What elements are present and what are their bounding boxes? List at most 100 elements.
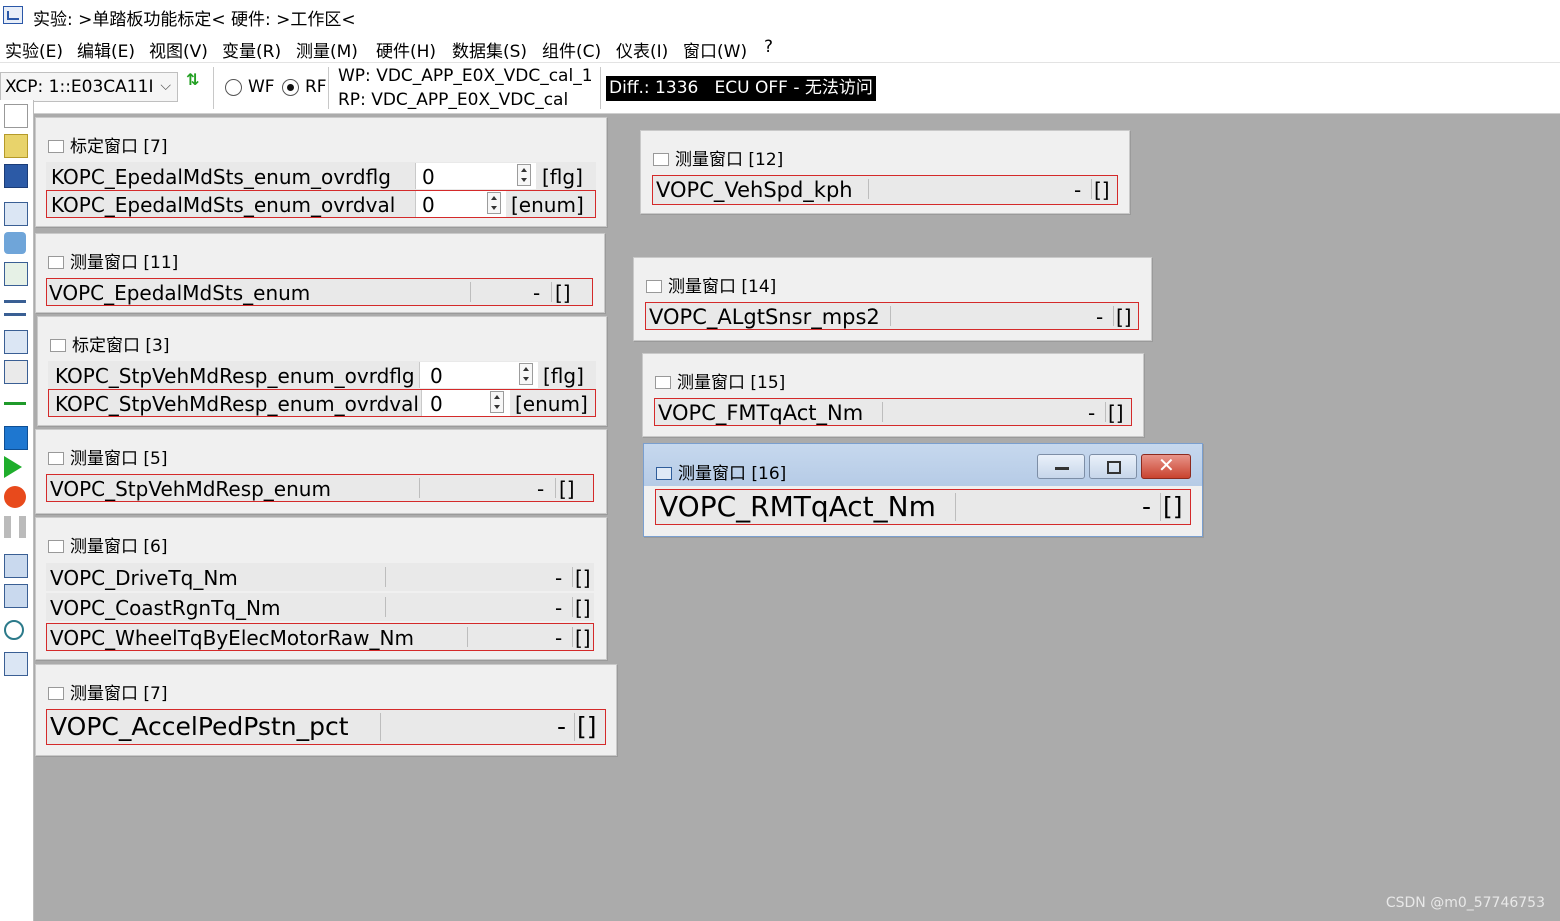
column-divider: [574, 713, 575, 741]
variable-select-icon[interactable]: [4, 330, 28, 354]
measurement-window-5[interactable]: 测量窗口 [5] VOPC_StpVehMdResp_enum - []: [35, 429, 607, 514]
column-divider: [1160, 493, 1161, 521]
radio-wp[interactable]: [225, 79, 242, 96]
window-icon: [655, 376, 671, 389]
layers-icon[interactable]: [4, 232, 26, 254]
menu-dataset[interactable]: 数据集(S): [452, 37, 527, 62]
calibration-window-7[interactable]: 标定窗口 [7] KOPC_EpedalMdSts_enum_ovrdflg 0…: [35, 117, 607, 227]
window-icon: [656, 467, 672, 480]
measurement-row[interactable]: VOPC_AccelPedPstn_pct - []: [46, 709, 606, 745]
variable-name: KOPC_EpedalMdSts_enum_ovrdval: [51, 193, 396, 217]
pause-icon[interactable]: [4, 516, 26, 538]
measurement-row[interactable]: VOPC_RMTqAct_Nm - []: [655, 489, 1191, 525]
variable-unit: []: [555, 281, 571, 305]
variable-unit: []: [577, 712, 597, 741]
measurement-window-14[interactable]: 测量窗口 [14] VOPC_ALgtSnsr_mps2 - []: [633, 257, 1152, 341]
spin-button[interactable]: [519, 363, 533, 385]
measurement-row[interactable]: VOPC_CoastRgnTq_Nm - []: [46, 593, 594, 621]
window-title: 测量窗口 [5]: [48, 444, 167, 469]
data-record-red-icon[interactable]: [4, 584, 28, 608]
menu-experiment[interactable]: 实验(E): [5, 37, 63, 62]
variable-value: -: [1074, 178, 1082, 202]
measurement-window-11[interactable]: 测量窗口 [11] VOPC_EpedalMdSts_enum - []: [35, 233, 605, 313]
menu-help[interactable]: ?: [764, 37, 773, 57]
menu-edit[interactable]: 编辑(E): [77, 37, 135, 62]
close-icon: ✕: [1158, 453, 1175, 477]
edit-config-icon[interactable]: [4, 360, 28, 384]
measurement-window-15[interactable]: 测量窗口 [15] VOPC_FMTqAct_Nm - []: [642, 353, 1144, 437]
diff-status: Diff.: 1336 ECU OFF - 无法访问: [606, 76, 876, 101]
list-icon[interactable]: [4, 300, 26, 316]
menu-bar: 实验(E) 编辑(E) 视图(V) 变量(R) 测量(M) 硬件(H) 数据集(…: [0, 32, 1560, 63]
variable-value: -: [557, 712, 567, 741]
variable-value: -: [533, 281, 541, 305]
report-icon[interactable]: [4, 652, 28, 676]
measurement-window-12[interactable]: 测量窗口 [12] VOPC_VehSpd_kph - []: [640, 130, 1130, 214]
calibration-row[interactable]: KOPC_EpedalMdSts_enum_ovrdval 0 [enum]: [46, 190, 596, 218]
graph-window-icon[interactable]: [4, 262, 28, 286]
measurement-row[interactable]: VOPC_WheelTqByElecMotorRaw_Nm - []: [46, 623, 594, 651]
column-divider: [470, 282, 471, 302]
window-icon: [48, 140, 64, 153]
measurement-row[interactable]: VOPC_EpedalMdSts_enum - []: [46, 278, 593, 306]
variable-name: KOPC_EpedalMdSts_enum_ovrdflg: [51, 165, 391, 189]
stop-square-icon[interactable]: [4, 426, 28, 450]
calibration-window-3[interactable]: 标定窗口 [3] KOPC_StpVehMdResp_enum_ovrdflg …: [37, 316, 607, 426]
variable-value[interactable]: 0: [430, 392, 443, 416]
swap-icon[interactable]: ⇅: [186, 70, 199, 89]
radio-rp[interactable]: [282, 79, 299, 96]
window-title: 测量窗口 [6]: [48, 532, 167, 557]
reference-page-label: RP: VDC_APP_E0X_VDC_cal: [338, 90, 569, 110]
variable-unit: [flg]: [543, 364, 584, 388]
menu-view[interactable]: 视图(V): [149, 37, 208, 62]
variable-unit: []: [1163, 492, 1183, 521]
menu-instrument[interactable]: 仪表(I): [616, 37, 668, 62]
menu-component[interactable]: 组件(C): [542, 37, 601, 62]
measurement-row[interactable]: VOPC_ALgtSnsr_mps2 - []: [645, 302, 1139, 330]
measurement-window-7[interactable]: 测量窗口 [7] VOPC_AccelPedPstn_pct - []: [35, 664, 617, 756]
record-icon[interactable]: [4, 486, 26, 508]
column-divider: [1105, 402, 1106, 422]
variable-unit: [enum]: [511, 193, 584, 217]
spin-button[interactable]: [517, 164, 531, 186]
spin-button[interactable]: [490, 391, 504, 413]
menu-hardware[interactable]: 硬件(H): [376, 37, 436, 62]
window-title: 测量窗口 [14]: [646, 272, 776, 297]
measurement-window-6[interactable]: 测量窗口 [6] VOPC_DriveTq_Nm - [] VOPC_Coast…: [35, 517, 607, 660]
spin-button[interactable]: [487, 192, 501, 214]
calibration-window-icon[interactable]: [4, 202, 28, 226]
data-record-icon[interactable]: [4, 554, 28, 578]
calibration-row[interactable]: KOPC_StpVehMdResp_enum_ovrdflg 0 [flg]: [48, 361, 596, 389]
play-icon[interactable]: [4, 456, 22, 478]
variable-value[interactable]: 0: [430, 364, 443, 388]
device-select[interactable]: XCP: 1::E03CA11I ⌵: [0, 72, 178, 102]
calibration-row[interactable]: KOPC_StpVehMdResp_enum_ovrdval 0 [enum]: [48, 389, 596, 417]
calibration-row[interactable]: KOPC_EpedalMdSts_enum_ovrdflg 0 [flg]: [46, 162, 596, 190]
search-signal-icon[interactable]: [4, 620, 24, 640]
minimize-button[interactable]: [1037, 454, 1085, 479]
variable-unit: [enum]: [515, 392, 588, 416]
variable-name: VOPC_RMTqAct_Nm: [659, 490, 936, 523]
measure-icon[interactable]: [4, 390, 26, 405]
column-divider: [385, 567, 386, 587]
measurement-row[interactable]: VOPC_VehSpd_kph - []: [652, 175, 1118, 205]
menu-measure[interactable]: 测量(M): [296, 37, 358, 62]
measurement-row[interactable]: VOPC_FMTqAct_Nm - []: [654, 398, 1132, 426]
window-title: 测量窗口 [15]: [655, 368, 785, 393]
variable-value[interactable]: 0: [422, 193, 435, 217]
variable-value[interactable]: 0: [422, 165, 435, 189]
measurement-window-16[interactable]: 测量窗口 [16] ✕ VOPC_RMTqAct_Nm - []: [643, 443, 1203, 537]
window-title: 测量窗口 [7]: [48, 679, 167, 704]
column-divider: [890, 306, 891, 326]
menu-window[interactable]: 窗口(W): [683, 37, 747, 62]
column-divider: [551, 282, 552, 302]
measurement-row[interactable]: VOPC_DriveTq_Nm - []: [46, 563, 594, 591]
close-button[interactable]: ✕: [1141, 453, 1191, 479]
measurement-row[interactable]: VOPC_StpVehMdResp_enum - []: [46, 474, 594, 502]
maximize-button[interactable]: [1089, 454, 1137, 479]
open-folder-icon[interactable]: [4, 134, 28, 158]
save-icon[interactable]: [4, 164, 28, 188]
menu-variable[interactable]: 变量(R): [222, 37, 281, 62]
new-file-icon[interactable]: [4, 104, 28, 128]
variable-unit: []: [559, 477, 575, 501]
